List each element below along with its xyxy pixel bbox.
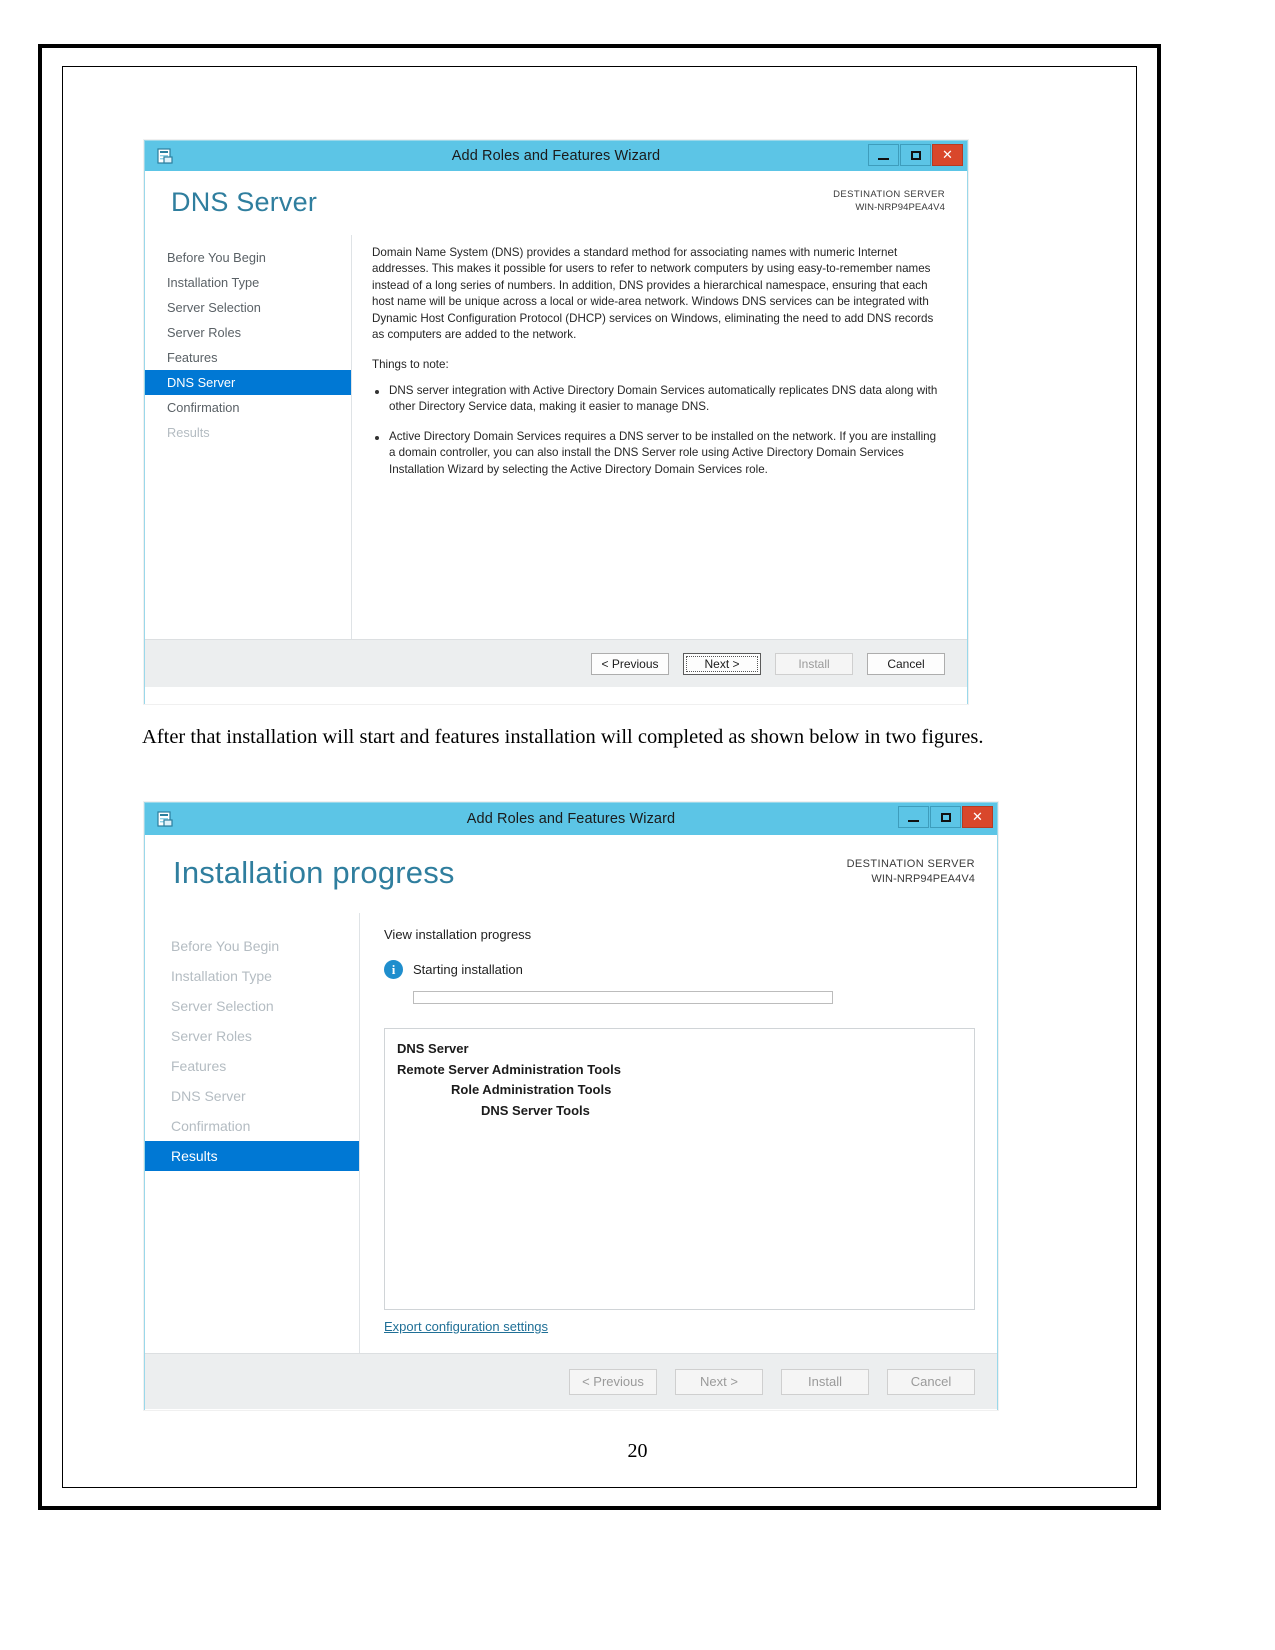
feature-item-dns-server: DNS Server (397, 1041, 469, 1056)
view-installation-progress-label: View installation progress (384, 927, 532, 942)
previous-button[interactable]: < Previous (591, 652, 669, 675)
maximize-button[interactable] (930, 806, 961, 828)
sidebar-item-installation-type[interactable]: Installation Type (145, 270, 351, 295)
cancel-button-label: Cancel (910, 1374, 952, 1389)
installation-status-text: Starting installation (413, 962, 523, 977)
sidebar-item-server-roles[interactable]: Server Roles (145, 320, 351, 345)
destination-server-label: DESTINATION SERVER (846, 858, 975, 870)
previous-button-label: < Previous (582, 1374, 644, 1389)
wizard-main: Before You Begin Installation Type Serve… (145, 235, 967, 639)
list-item: Active Directory Domain Services require… (372, 429, 945, 478)
window-controls: ✕ (898, 806, 993, 828)
things-to-note-list: DNS server integration with Active Direc… (372, 383, 945, 478)
previous-button: < Previous (569, 1368, 657, 1395)
sidebar-item-server-selection: Server Selection (171, 998, 274, 1014)
installation-progress-bar (413, 991, 833, 1004)
window-controls: ✕ (868, 144, 963, 166)
feature-item-role-administration-tools: Role Administration Tools (451, 1082, 612, 1098)
previous-button-label: < Previous (601, 656, 659, 671)
sidebar-item-features[interactable]: Features (145, 345, 351, 370)
close-button[interactable]: ✕ (932, 144, 963, 166)
wizard-nav: Before You Begin Installation Type Serve… (145, 235, 351, 639)
wizard-footer: < Previous Next > Install Cancel (145, 1353, 997, 1409)
maximize-button[interactable] (900, 144, 931, 166)
minimize-button[interactable] (898, 806, 929, 828)
next-button: Next > (675, 1368, 763, 1395)
info-icon: i (384, 960, 403, 979)
wizard-header: DNS Server DESTINATION SERVER WIN-NRP94P… (145, 171, 967, 235)
feature-item-dns-server-tools: DNS Server Tools (481, 1102, 590, 1118)
sidebar-item-server-roles: Server Roles (171, 1028, 252, 1044)
destination-server-block: DESTINATION SERVER WIN-NRP94PEA4V4 (833, 189, 945, 215)
destination-server-block: DESTINATION SERVER WIN-NRP94PEA4V4 (847, 857, 975, 887)
feature-item-remote-server-administration-tools: Remote Server Administration Tools (397, 1061, 621, 1077)
next-button[interactable]: Next > (683, 652, 761, 675)
export-configuration-settings-link[interactable]: Export configuration settings (384, 1319, 548, 1334)
sidebar-item-confirmation[interactable]: Confirmation (145, 395, 351, 420)
wizard-nav: Before You Begin Installation Type Serve… (145, 913, 359, 1353)
install-button-label: Install (798, 656, 830, 671)
destination-server-name: WIN-NRP94PEA4V4 (855, 201, 945, 213)
sidebar-item-server-selection[interactable]: Server Selection (145, 295, 351, 320)
add-roles-wizard-dns-server: Add Roles and Features Wizard ✕ DNS Serv… (144, 140, 968, 704)
sidebar-item-before-you-begin[interactable]: Before You Begin (145, 245, 351, 270)
sidebar-item-results: Results (167, 425, 210, 440)
wizard-body: Installation progress DESTINATION SERVER… (145, 835, 997, 1410)
sidebar-item-confirmation: Confirmation (171, 1118, 251, 1134)
install-button-label: Install (808, 1374, 842, 1389)
minimize-button[interactable] (868, 144, 899, 166)
installed-features-box: DNS Server Remote Server Administration … (384, 1028, 975, 1310)
next-button-label: Next > (700, 1374, 738, 1389)
close-button[interactable]: ✕ (962, 806, 993, 828)
window-title: Add Roles and Features Wizard (466, 811, 676, 827)
window-title: Add Roles and Features Wizard (451, 148, 661, 164)
install-button: Install (775, 652, 853, 675)
sidebar-item-features: Features (171, 1058, 227, 1074)
titlebar: Add Roles and Features Wizard ✕ (145, 141, 967, 171)
body-paragraph: After that installation will start and f… (142, 726, 984, 748)
cancel-button[interactable]: Cancel (887, 1368, 975, 1395)
wizard-header: Installation progress DESTINATION SERVER… (145, 835, 997, 913)
wizard-body: DNS Server DESTINATION SERVER WIN-NRP94P… (145, 171, 967, 704)
content-pane: Domain Name System (DNS) provides a stan… (352, 235, 967, 639)
content-pane: View installation progress i Starting in… (360, 913, 997, 1353)
sidebar-item-dns-server: DNS Server (171, 1088, 246, 1104)
titlebar: Add Roles and Features Wizard ✕ (145, 803, 997, 835)
destination-server-name: WIN-NRP94PEA4V4 (871, 872, 975, 885)
install-button: Install (781, 1368, 869, 1395)
add-roles-wizard-installation-progress: Add Roles and Features Wizard ✕ Installa… (144, 802, 998, 1410)
cancel-button[interactable]: Cancel (867, 652, 945, 675)
sidebar-item-results[interactable]: Results (145, 1141, 359, 1171)
sidebar-item-before-you-begin: Before You Begin (171, 938, 280, 954)
installation-status-row: i Starting installation (384, 960, 975, 979)
sidebar-item-installation-type: Installation Type (171, 968, 272, 984)
things-to-note-heading: Things to note: (372, 357, 449, 371)
cancel-button-label: Cancel (887, 656, 925, 671)
dns-description-paragraph: Domain Name System (DNS) provides a stan… (372, 246, 934, 342)
destination-server-label: DESTINATION SERVER (833, 189, 945, 200)
page-number: 20 (627, 1440, 648, 1462)
next-button-label: Next > (704, 656, 740, 671)
sidebar-item-dns-server[interactable]: DNS Server (145, 370, 351, 395)
wizard-main: Before You Begin Installation Type Serve… (145, 913, 997, 1353)
page-content: Add Roles and Features Wizard ✕ DNS Serv… (0, 0, 1275, 1650)
list-item: DNS server integration with Active Direc… (372, 383, 945, 416)
wizard-footer: < Previous Next > Install Cancel (145, 639, 967, 687)
